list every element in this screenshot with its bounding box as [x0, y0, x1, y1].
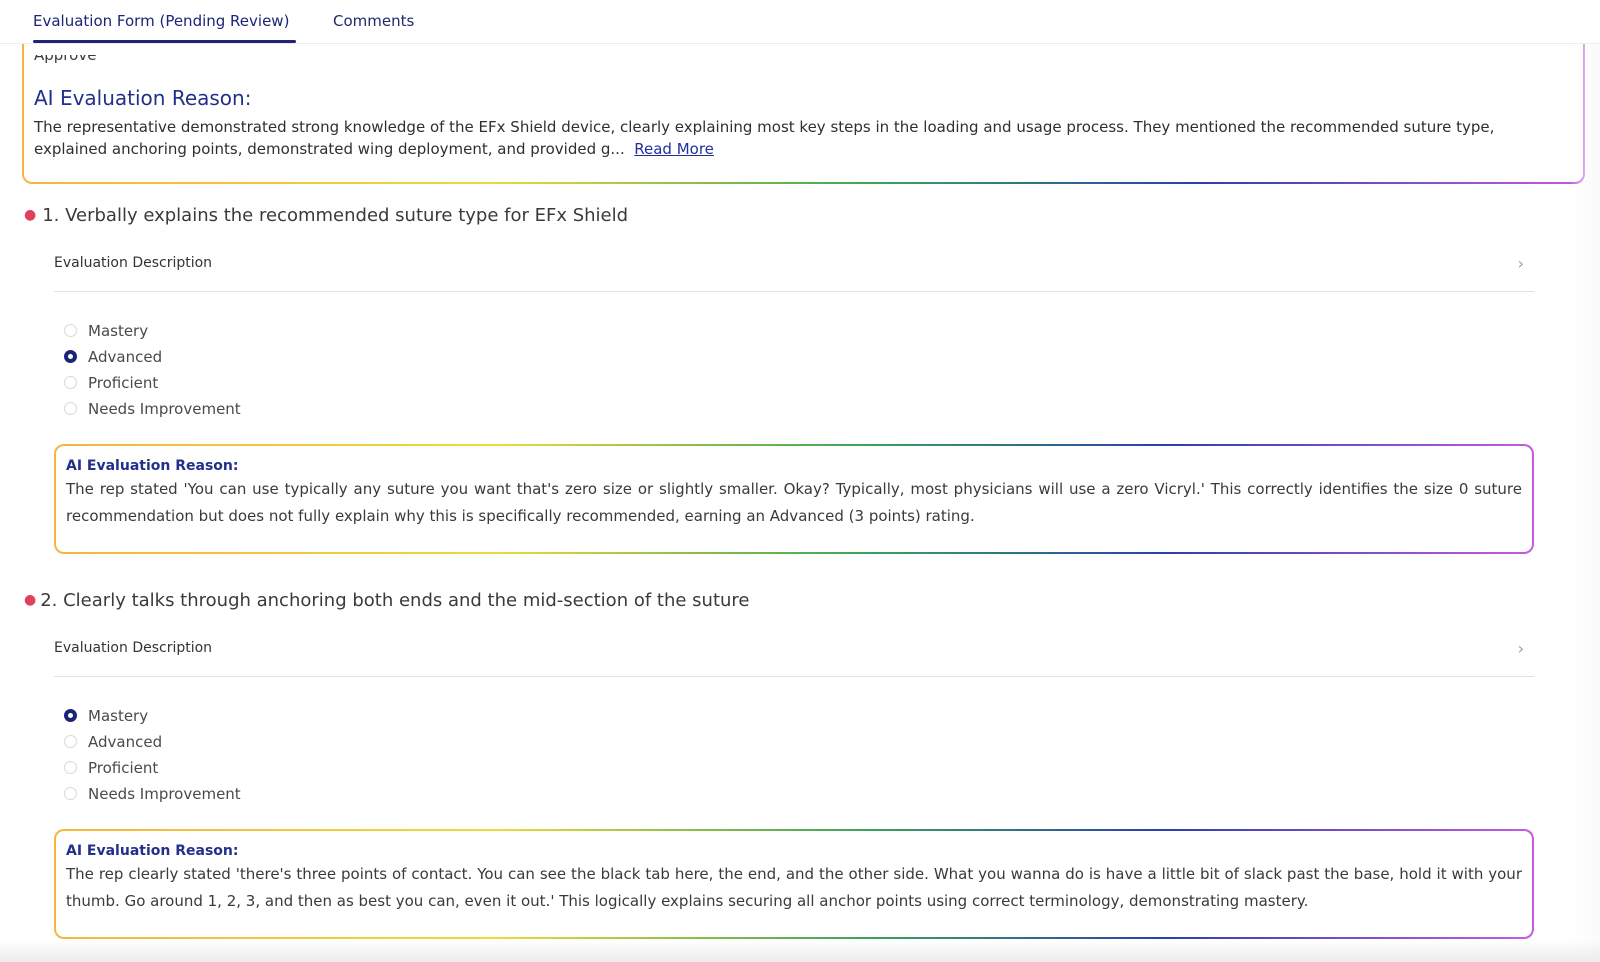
- option-label: Mastery: [88, 707, 149, 725]
- active-tab-indicator: [33, 40, 296, 43]
- option-label: Needs Improvement: [88, 400, 241, 418]
- option-proficient[interactable]: Proficient: [64, 755, 241, 781]
- option-label: Advanced: [88, 733, 163, 751]
- reason-title: AI Evaluation Reason:: [66, 843, 239, 859]
- radio-icon: [64, 402, 77, 415]
- option-advanced[interactable]: Advanced: [64, 344, 241, 370]
- reason-text: The rep clearly stated 'there's three po…: [66, 865, 1522, 910]
- question-2-label: 2. Clearly talks through anchoring both …: [40, 590, 750, 611]
- summary-title: AI Evaluation Reason:: [34, 86, 252, 110]
- radio-icon: [64, 787, 77, 800]
- question-1-label: 1. Verbally explains the recommended sut…: [42, 205, 629, 226]
- question-1-title: ● 1. Verbally explains the recommended su…: [24, 205, 628, 226]
- option-needs-improvement[interactable]: Needs Improvement: [64, 781, 241, 807]
- option-label: Mastery: [88, 322, 149, 340]
- option-proficient[interactable]: Proficient: [64, 370, 241, 396]
- option-label: Advanced: [88, 348, 163, 366]
- description-label: Evaluation Description: [54, 640, 213, 656]
- evaluation-page: Evaluation Form (Pending Review) Comment…: [0, 0, 1600, 962]
- option-needs-improvement[interactable]: Needs Improvement: [64, 396, 241, 422]
- question-2-options: Mastery Advanced Proficient Needs Improv…: [64, 703, 241, 807]
- chevron-right-icon: ›: [1517, 639, 1524, 658]
- summary-card: Approve AI Evaluation Reason: The repres…: [22, 34, 1585, 184]
- summary-text: The representative demonstrated strong k…: [34, 116, 1534, 160]
- reason-text: The rep stated 'You can use typically an…: [66, 480, 1522, 525]
- question-2-description-toggle[interactable]: Evaluation Description ›: [54, 628, 1534, 677]
- required-dot-icon: ●: [24, 592, 37, 608]
- radio-checked-icon: [64, 709, 77, 722]
- question-2-ai-reason: AI Evaluation Reason: The rep clearly st…: [54, 829, 1534, 939]
- option-advanced[interactable]: Advanced: [64, 729, 241, 755]
- required-dot-icon: ●: [24, 207, 37, 223]
- question-2-title: ● 2. Clearly talks through anchoring both…: [24, 590, 750, 611]
- description-label: Evaluation Description: [54, 255, 213, 271]
- chevron-right-icon: ›: [1517, 254, 1524, 273]
- option-label: Proficient: [88, 374, 159, 392]
- tab-bar: Evaluation Form (Pending Review) Comment…: [0, 0, 1600, 44]
- question-1-description-toggle[interactable]: Evaluation Description ›: [54, 243, 1534, 292]
- radio-icon: [64, 761, 77, 774]
- radio-icon: [64, 735, 77, 748]
- read-more-link[interactable]: Read More: [634, 140, 714, 158]
- bottom-fade: [0, 940, 1600, 962]
- radio-icon: [64, 324, 77, 337]
- option-mastery[interactable]: Mastery: [64, 703, 241, 729]
- decision-label: Approve: [34, 46, 97, 64]
- option-label: Proficient: [88, 759, 159, 777]
- tab-evaluation-form[interactable]: Evaluation Form (Pending Review): [33, 12, 289, 30]
- question-1-options: Mastery Advanced Proficient Needs Improv…: [64, 318, 241, 422]
- summary-body: The representative demonstrated strong k…: [34, 118, 1495, 158]
- tab-comments[interactable]: Comments: [333, 12, 414, 30]
- reason-title: AI Evaluation Reason:: [66, 458, 239, 474]
- question-1-ai-reason: AI Evaluation Reason: The rep stated 'Yo…: [54, 444, 1534, 554]
- scroll-edge: [1570, 0, 1600, 962]
- option-label: Needs Improvement: [88, 785, 241, 803]
- radio-checked-icon: [64, 350, 77, 363]
- option-mastery[interactable]: Mastery: [64, 318, 241, 344]
- radio-icon: [64, 376, 77, 389]
